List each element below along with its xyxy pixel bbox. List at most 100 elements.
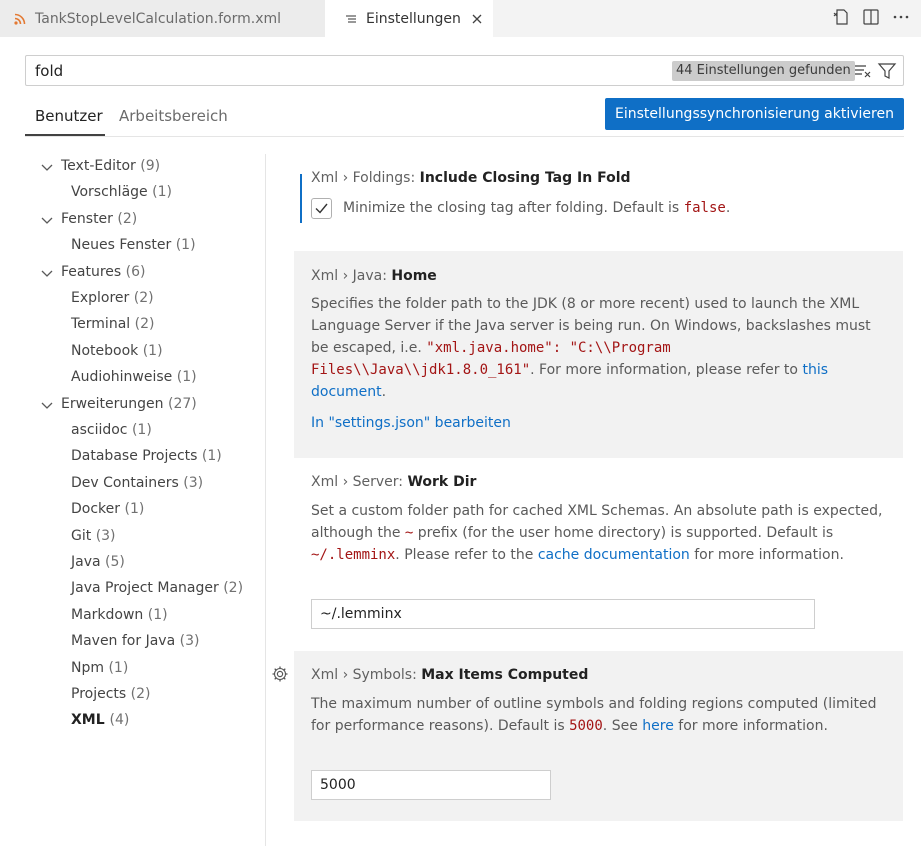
toc-item-label: Maven for Java [71,633,176,649]
toc-item-count: (1) [142,343,163,359]
toc-item[interactable]: asciidoc (1) [71,422,152,438]
tab-form-xml[interactable]: TankStopLevelCalculation.form.xml [0,0,325,37]
toc-item[interactable]: Npm (1) [71,660,128,676]
tab-workspace-settings[interactable]: Arbeitsbereich [119,107,228,125]
toc-item-count: (6) [125,264,146,280]
editor-tab-bar: TankStopLevelCalculation.form.xml Einste… [0,0,921,37]
tab-settings[interactable]: Einstellungen [325,0,493,37]
toc-item[interactable]: Audiohinweise (1) [71,369,197,385]
tab-label: Einstellungen [366,10,461,27]
cache-documentation-link[interactable]: cache documentation [538,547,690,563]
toc-item-label: Erweiterungen [61,396,164,412]
toc-item[interactable]: Explorer (2) [71,290,154,306]
toc-item[interactable]: Docker (1) [71,501,144,517]
edit-in-settings-json-link[interactable]: In "settings.json" bearbeiten [311,415,511,431]
check-icon [315,203,328,214]
toc-item-label: Docker [71,501,121,517]
toc-item-count: (4) [109,712,130,728]
open-settings-json-icon[interactable] [831,7,851,27]
setting-title: Xml › Java: Home [311,268,437,284]
setting-name: Include Closing Tag In Fold [419,170,631,186]
search-value: fold [35,62,64,80]
more-actions-icon[interactable] [891,7,911,27]
modified-indicator [300,174,302,223]
toc-item[interactable]: Java Project Manager (2) [71,580,243,596]
include-closing-tag-checkbox[interactable] [311,198,332,219]
gear-icon[interactable] [271,665,289,683]
toc-item-label: Markdown [71,607,144,623]
default-value: ~/.lemminx [311,547,396,563]
filter-icon[interactable] [877,62,897,80]
toc-divider [265,154,266,846]
toc-item-count: (1) [175,237,196,253]
here-link[interactable]: here [642,718,674,734]
default-value: 5000 [569,718,603,734]
clear-filter-icon[interactable] [853,62,873,80]
setting-name: Work Dir [407,474,477,490]
toc-item[interactable]: Features (6) [61,264,146,280]
toc-item-label: Notebook [71,343,139,359]
chevron-down-icon[interactable] [40,398,54,412]
toc-item-count: (1) [147,607,168,623]
setting-description: Specifies the folder path to the JDK (8 … [311,293,891,403]
toc-item[interactable]: Maven for Java (3) [71,633,199,649]
toc-item-label: Terminal [71,316,131,332]
toc-item-count: (3) [183,475,204,491]
setting-title: Xml › Foldings: Include Closing Tag In F… [311,170,631,186]
desc-text: . See [602,718,643,734]
chevron-down-icon[interactable] [40,266,54,280]
toc-item-label: Text-Editor [61,158,136,174]
toc-item[interactable]: Terminal (2) [71,316,154,332]
toc-item[interactable]: Notebook (1) [71,343,163,359]
desc-text: . [381,384,387,400]
max-items-input[interactable]: 5000 [311,770,551,800]
tab-user-settings[interactable]: Benutzer [35,107,103,125]
setting-title: Xml › Symbols: Max Items Computed [311,667,588,683]
toc-item-label: Explorer [71,290,130,306]
toc-item[interactable]: Projects (2) [71,686,151,702]
setting-title: Xml › Server: Work Dir [311,474,476,490]
toc-item[interactable]: Markdown (1) [71,607,168,623]
close-icon[interactable] [470,12,484,26]
workdir-input[interactable]: ~/.lemminx [311,599,815,629]
setting-category: Xml › Java: [311,268,392,284]
enable-settings-sync-button[interactable]: Einstellungssynchronisierung aktivieren [605,98,904,130]
toc-item-count: (1) [124,501,145,517]
toc-item[interactable]: Erweiterungen (27) [61,396,197,412]
desc-text: Minimize the closing tag after folding. … [343,200,684,216]
toc-item[interactable]: Text-Editor (9) [61,158,160,174]
toc-item[interactable]: Vorschläge (1) [71,184,172,200]
editor-actions [831,7,911,27]
toc-item[interactable]: Git (3) [71,528,116,544]
toc-item[interactable]: Dev Containers (3) [71,475,203,491]
default-value: false [683,200,726,216]
desc-text: prefix (for the user home directory) is … [413,525,834,541]
desc-text: for more information. [673,718,828,734]
toc-item-label: Java [71,554,101,570]
toc-item-label: Database Projects [71,448,198,464]
toc-item-count: (2) [223,580,244,596]
toc-item-label: Audiohinweise [71,369,173,385]
toc-item-count: (9) [140,158,161,174]
chevron-down-icon[interactable] [40,160,54,174]
toc-item-label: Projects [71,686,127,702]
toc-item-label: Dev Containers [71,475,179,491]
setting-category: Xml › Symbols: [311,667,422,683]
toc-item[interactable]: Fenster (2) [61,211,137,227]
toc-item-count: (27) [168,396,197,412]
toc-item[interactable]: Neues Fenster (1) [71,237,196,253]
split-editor-icon[interactable] [861,7,881,27]
toc-item-label: asciidoc [71,422,128,438]
chevron-down-icon[interactable] [40,213,54,227]
preferences-icon [346,14,356,23]
toc-item[interactable]: XML (4) [71,712,129,728]
toc-item[interactable]: Java (5) [71,554,125,570]
toc-item-count: (1) [131,422,152,438]
toc-item-count: (1) [152,184,172,200]
toc-item-count: (2) [130,686,151,702]
toc-item[interactable]: Database Projects (1) [71,448,222,464]
desc-text: for more information. [689,547,844,563]
setting-category: Xml › Foldings: [311,170,420,186]
settings-search-input[interactable]: fold 44 Einstellungen gefunden [25,55,904,86]
toc-item-label: XML [71,712,105,728]
